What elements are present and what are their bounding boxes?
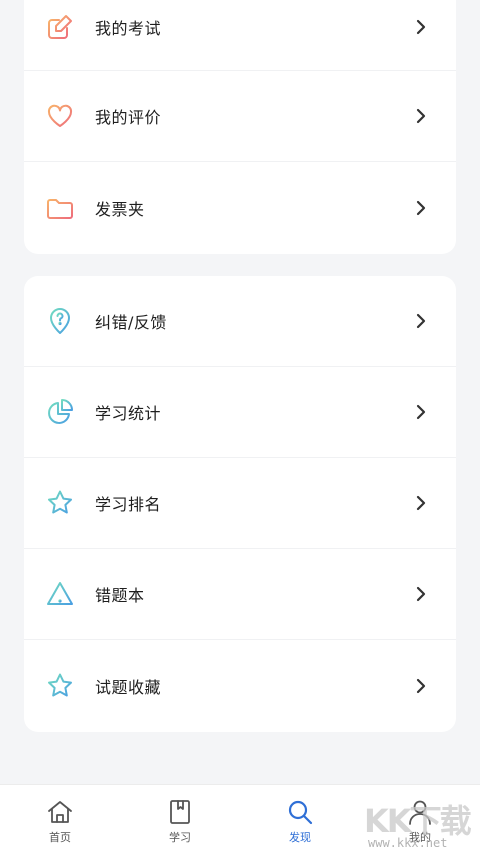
warning-icon <box>44 578 76 610</box>
menu-item-my-reviews[interactable]: 我的评价 <box>24 71 456 162</box>
menu-item-learning-ranking[interactable]: 学习排名 <box>24 458 456 549</box>
chevron-right-icon <box>414 494 428 512</box>
chevron-right-icon <box>414 585 428 603</box>
menu-item-label: 试题收藏 <box>95 677 162 697</box>
menu-card-learning: 纠错/反馈 学习统计 学习排名 错题本 试题收藏 <box>24 276 456 732</box>
menu-item-label: 学习统计 <box>95 404 162 423</box>
tab-label: 首页 <box>49 831 71 844</box>
menu-item-label: 学习排名 <box>95 495 162 514</box>
tab-label: 学习 <box>169 831 191 844</box>
star-icon <box>44 487 76 519</box>
menu-item-label: 纠错/反馈 <box>95 313 167 332</box>
chevron-right-icon <box>414 312 428 330</box>
search-icon <box>286 798 314 826</box>
tab-label: 我的 <box>409 831 431 844</box>
book-icon <box>166 798 194 826</box>
user-icon <box>406 798 434 826</box>
chevron-right-icon <box>414 677 428 695</box>
pie-chart-icon <box>44 396 76 428</box>
chevron-right-icon <box>414 18 428 36</box>
menu-item-wrong-questions[interactable]: 错题本 <box>24 549 456 640</box>
menu-item-invoice-folder[interactable]: 发票夹 <box>24 162 456 253</box>
discover-page: 我的考试 我的评价 发票夹 纠错/反馈 学习统计 学习排名 错题本 试题收藏 首… <box>0 0 480 853</box>
chevron-right-icon <box>414 403 428 421</box>
heart-icon <box>44 100 76 132</box>
tab-label: 发现 <box>289 831 311 844</box>
menu-item-my-exams[interactable]: 我的考试 <box>24 0 456 71</box>
chevron-right-icon <box>414 107 428 125</box>
chevron-right-icon <box>414 199 428 217</box>
tab-discover[interactable]: 发现 <box>240 785 360 853</box>
edit-icon <box>44 11 76 43</box>
tab-home[interactable]: 首页 <box>0 785 120 853</box>
menu-item-label: 我的评价 <box>95 108 162 127</box>
tab-mine[interactable]: 我的 <box>360 785 480 853</box>
folder-icon <box>44 192 76 224</box>
menu-item-learning-stats[interactable]: 学习统计 <box>24 367 456 458</box>
menu-item-feedback[interactable]: 纠错/反馈 <box>24 276 456 367</box>
location-question-icon <box>44 305 76 337</box>
menu-card-personal: 我的考试 我的评价 发票夹 <box>24 0 456 254</box>
menu-item-question-favorites[interactable]: 试题收藏 <box>24 640 456 731</box>
home-icon <box>46 798 74 826</box>
menu-item-label: 发票夹 <box>95 199 145 219</box>
tab-study[interactable]: 学习 <box>120 785 240 853</box>
star-icon <box>44 670 76 702</box>
bottom-tab-bar: 首页 学习 发现 我的 <box>0 784 480 853</box>
menu-item-label: 错题本 <box>95 586 145 605</box>
menu-item-label: 我的考试 <box>95 19 162 38</box>
